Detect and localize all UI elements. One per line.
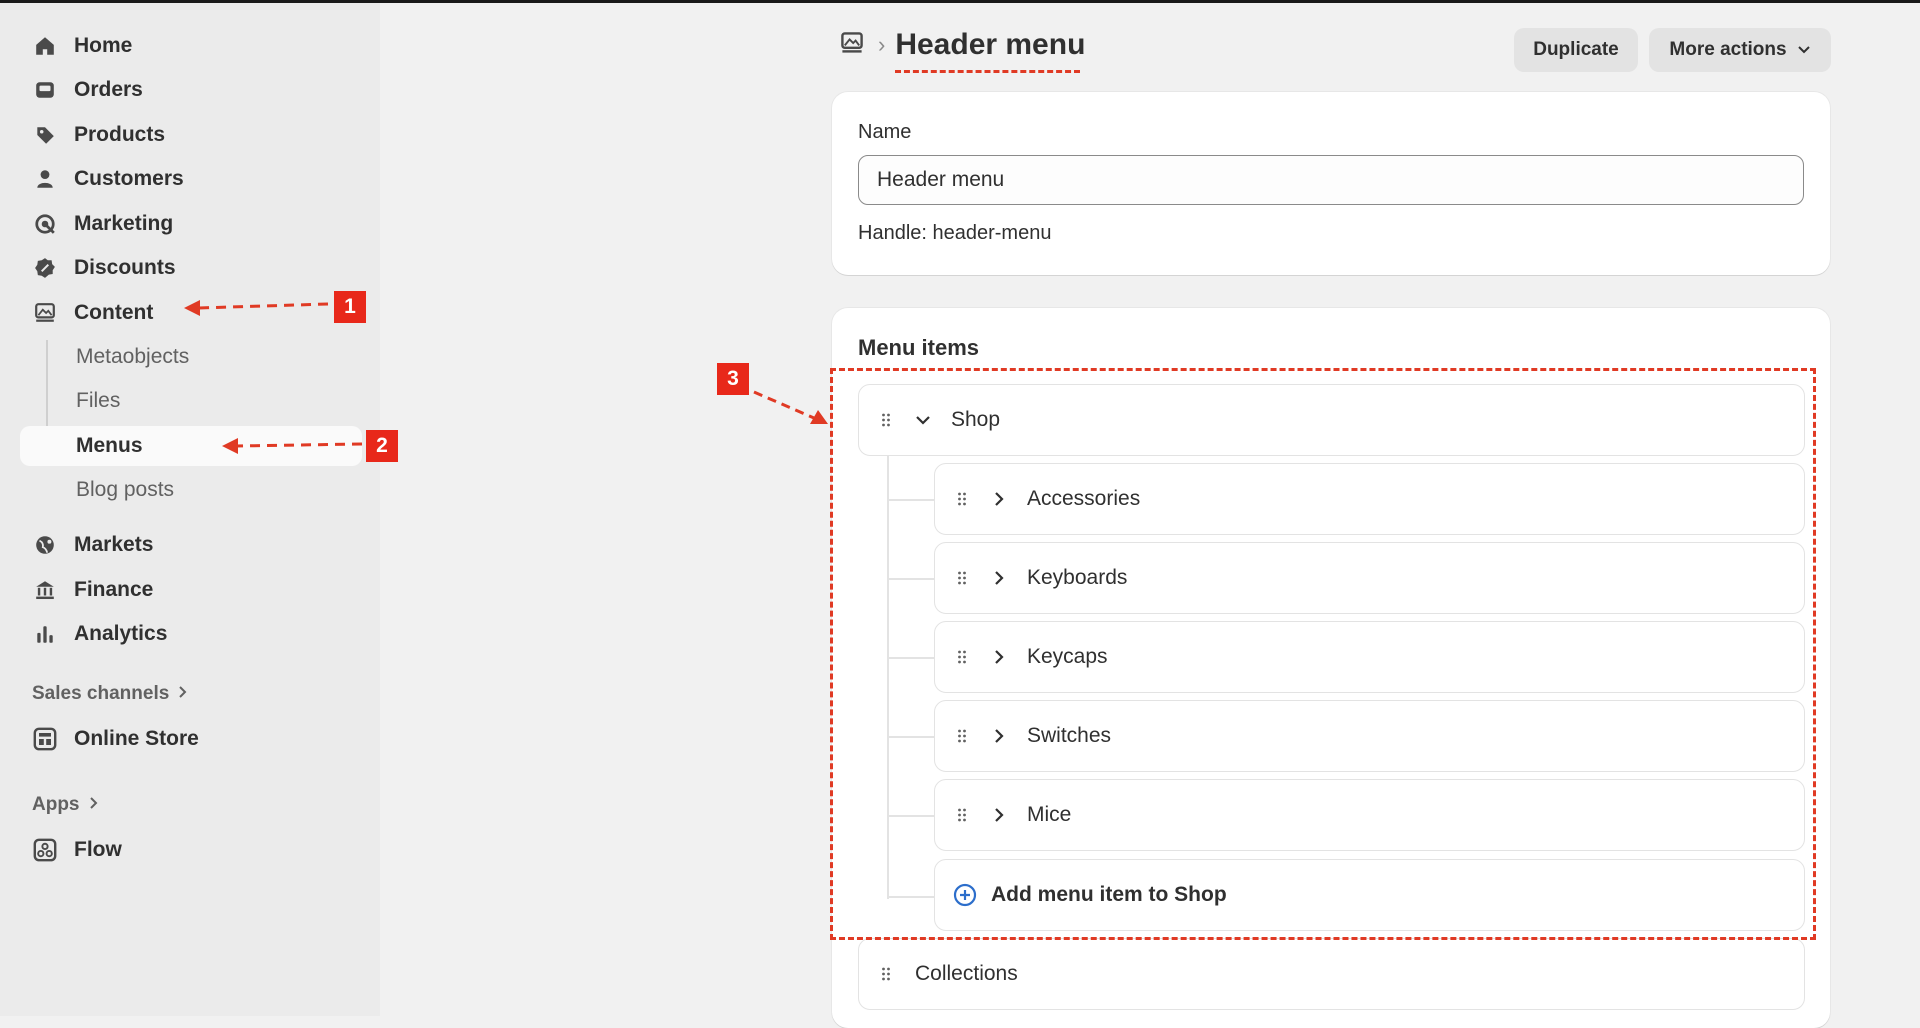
sidebar-item-label: Content: [74, 301, 154, 324]
sales-channels-heading[interactable]: Sales channels: [32, 683, 187, 705]
sidebar-item-flow[interactable]: Flow: [20, 830, 362, 870]
sidebar-item-label: Online Store: [74, 727, 199, 750]
sidebar-item-label: Finance: [74, 578, 154, 601]
sidebar-subitem-label: Metaobjects: [76, 345, 190, 368]
store-icon: [32, 726, 58, 752]
sidebar-item-label: Discounts: [74, 256, 176, 279]
drag-handle-icon[interactable]: [881, 966, 895, 982]
sidebar-subitem-files[interactable]: Files: [20, 381, 362, 421]
duplicate-button[interactable]: Duplicate: [1514, 28, 1638, 72]
title-annotation-underline: [895, 70, 1080, 73]
chevron-right-icon: [88, 794, 98, 816]
sidebar-item-label: Marketing: [74, 212, 174, 235]
annotation-arrow-2: [222, 438, 363, 454]
tag-icon: [32, 122, 58, 148]
content-icon[interactable]: [840, 31, 864, 60]
sidebar-subitem-label: Blog posts: [76, 478, 175, 501]
handle-text: Handle: header-menu: [858, 222, 1052, 244]
sidebar: Home Orders Products Customers Marketing…: [0, 3, 380, 1016]
chevron-right-icon: [177, 683, 187, 705]
page-header: › Header menu: [840, 28, 1085, 62]
inbox-icon: [32, 77, 58, 103]
sidebar-item-finance[interactable]: Finance: [20, 570, 362, 610]
breadcrumb-chevron-icon: ›: [878, 32, 886, 57]
sidebar-item-label: Flow: [74, 838, 122, 861]
annotation-arrow-3: [753, 390, 828, 424]
page-title: Header menu: [895, 28, 1086, 61]
sidebar-item-label: Home: [74, 34, 133, 57]
person-icon: [32, 166, 58, 192]
target-icon: [32, 211, 58, 237]
chevron-down-icon: [1797, 39, 1811, 61]
sidebar-subitem-blog-posts[interactable]: Blog posts: [20, 470, 362, 510]
sidebar-subitem-metaobjects[interactable]: Metaobjects: [20, 337, 362, 377]
bar-chart-icon: [32, 621, 58, 647]
bank-icon: [32, 577, 58, 603]
globe-icon: [32, 532, 58, 558]
sidebar-item-label: Orders: [74, 78, 143, 101]
flow-icon: [32, 837, 58, 863]
sidebar-item-marketing[interactable]: Marketing: [20, 204, 362, 244]
sidebar-item-customers[interactable]: Customers: [20, 159, 362, 199]
menu-items-title: Menu items: [858, 335, 980, 360]
sidebar-subitem-label: Files: [76, 389, 121, 412]
content-icon: [32, 300, 58, 326]
sidebar-item-products[interactable]: Products: [20, 115, 362, 155]
annotation-badge-2: 2: [366, 430, 398, 462]
sidebar-item-label: Markets: [74, 533, 154, 556]
apps-heading[interactable]: Apps: [32, 794, 98, 816]
sidebar-item-orders[interactable]: Orders: [20, 70, 362, 110]
annotation-arrow-1: [184, 300, 329, 316]
sidebar-item-label: Analytics: [74, 622, 168, 645]
name-field[interactable]: [858, 155, 1804, 205]
menu-item-label: Collections: [915, 962, 1018, 985]
more-actions-button[interactable]: More actions: [1649, 28, 1831, 72]
annotation-dashed-box: [830, 368, 1816, 940]
sidebar-item-label: Products: [74, 123, 166, 146]
sidebar-subitem-label: Menus: [76, 434, 143, 457]
menu-item-collections[interactable]: Collections: [858, 938, 1805, 1010]
sidebar-item-markets[interactable]: Markets: [20, 525, 362, 565]
discount-icon: [32, 255, 58, 281]
sidebar-item-home[interactable]: Home: [20, 26, 362, 66]
annotation-badge-1: 1: [334, 291, 366, 323]
sidebar-item-discounts[interactable]: Discounts: [20, 248, 362, 288]
name-label: Name: [858, 121, 912, 143]
sidebar-item-online-store[interactable]: Online Store: [20, 719, 362, 759]
sidebar-item-analytics[interactable]: Analytics: [20, 614, 362, 654]
sidebar-item-label: Customers: [74, 167, 184, 190]
annotation-badge-3: 3: [717, 363, 749, 395]
home-icon: [32, 33, 58, 59]
